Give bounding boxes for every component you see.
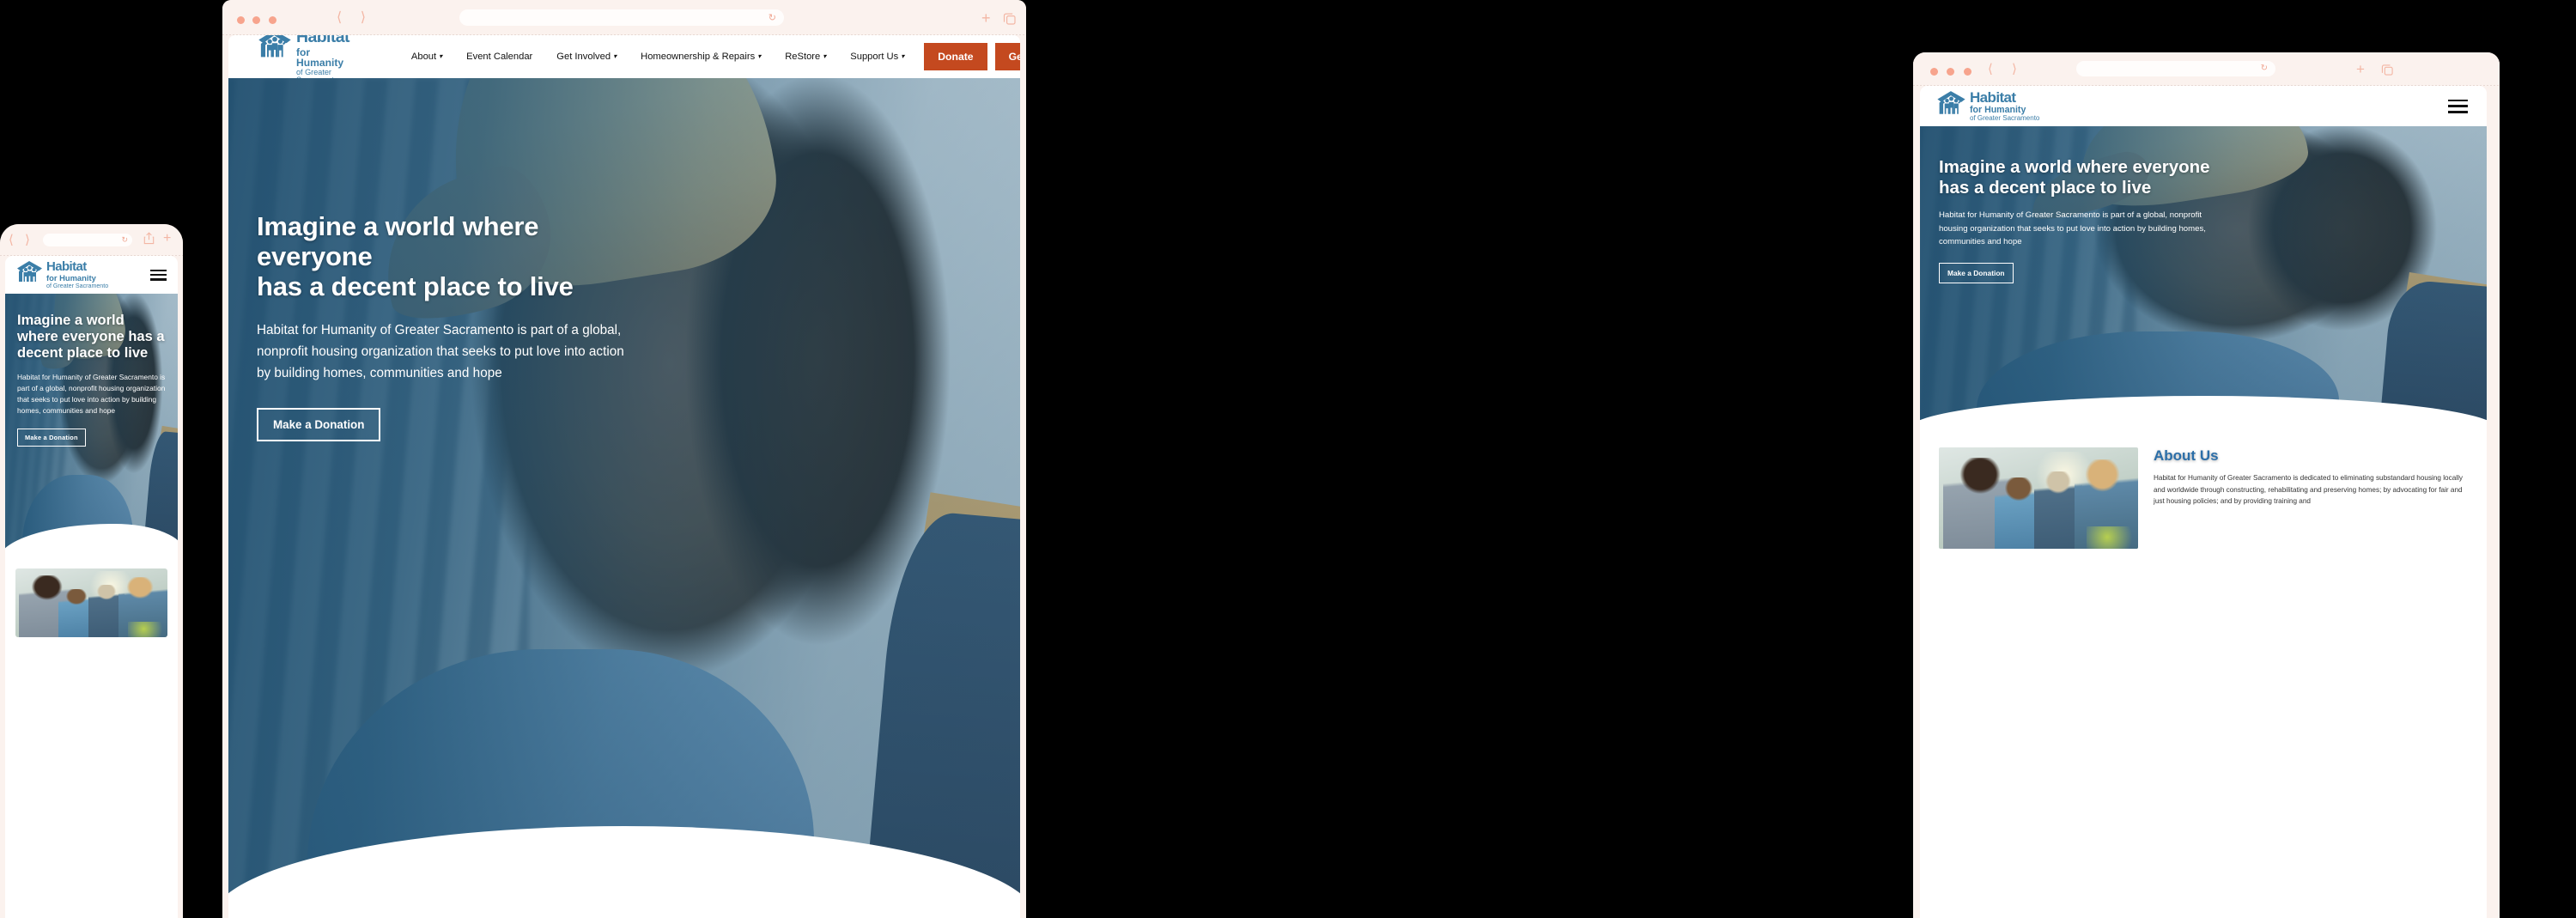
nav-item-get-involved[interactable]: Get Involved ▾ bbox=[544, 52, 629, 62]
hero-body: Habitat for Humanity of Greater Sacramen… bbox=[17, 373, 166, 416]
tablet-page-viewport: Habitat for Humanity of Greater Sacramen… bbox=[1920, 86, 2487, 918]
tablet-browser-chrome: ⟨ ⟩ ↻ + bbox=[1913, 52, 2500, 86]
about-us-body: Habitat for Humanity of Greater Sacramen… bbox=[2154, 474, 2463, 506]
tablet-mockup: ⟨ ⟩ ↻ + Habitat for Humanity of Greater … bbox=[1913, 52, 2500, 918]
phone-about-section bbox=[5, 560, 178, 637]
tabs-icon[interactable] bbox=[2381, 64, 2394, 80]
traffic-lights[interactable] bbox=[1930, 64, 1977, 80]
nav-item-restore[interactable]: ReStore ▾ bbox=[773, 52, 838, 62]
hero-heading-line-2: has a decent place to live bbox=[257, 271, 574, 302]
hamburger-menu-icon[interactable] bbox=[150, 269, 167, 281]
reload-icon[interactable]: ↻ bbox=[769, 12, 776, 23]
logo-line-1: Habitat bbox=[296, 35, 349, 46]
plus-icon[interactable]: + bbox=[163, 232, 171, 246]
hero-body: Habitat for Humanity of Greater Sacramen… bbox=[1939, 210, 2206, 247]
desktop-nav-arrows: ⟨ ⟩ bbox=[337, 10, 380, 26]
chevron-down-icon: ▾ bbox=[901, 52, 905, 60]
habitat-house-people-logo-icon bbox=[1936, 90, 1966, 120]
chevron-down-icon: ▾ bbox=[439, 52, 443, 60]
desktop-browser-mockup: ⟨ ⟩ ↻ + Habitat for Humanity of Greater … bbox=[222, 0, 1026, 918]
nav-item-event-calendar[interactable]: Event Calendar bbox=[454, 52, 544, 62]
phone-browser-chrome: ⟨ ⟩ ↻ + bbox=[0, 224, 183, 256]
logo-line-1: Habitat bbox=[46, 259, 87, 275]
logo-line-2: for Humanity bbox=[46, 273, 96, 283]
about-image bbox=[1939, 447, 2138, 549]
forward-icon[interactable]: ⟩ bbox=[361, 11, 366, 25]
desktop-page-viewport: Habitat for Humanity of Greater Sacramen… bbox=[228, 35, 1020, 918]
phone-page-viewport: Habitat for Humanity of Greater Sacramen… bbox=[5, 256, 178, 918]
logo-line-3: of Greater Sacramento bbox=[46, 282, 109, 289]
logo-line-3: of Greater Sacramento bbox=[1970, 114, 2040, 123]
forward-icon[interactable]: ⟩ bbox=[25, 234, 30, 246]
logo-line-2: for Humanity bbox=[1970, 104, 2026, 115]
donate-button[interactable]: Donate bbox=[924, 43, 987, 70]
desktop-url-input[interactable]: ↻ bbox=[459, 9, 784, 26]
hamburger-menu-icon[interactable] bbox=[2448, 99, 2468, 113]
tablet-site-header: Habitat for Humanity of Greater Sacramen… bbox=[1920, 86, 2487, 126]
hero-heading: Imagine a world where everyone has a dec… bbox=[17, 313, 165, 362]
hero-body: Habitat for Humanity of Greater Sacramen… bbox=[257, 323, 624, 380]
logo-line-2: for Humanity bbox=[296, 46, 344, 69]
responsive-mockup-stage: ⟨ ⟩ ↻ + Habitat for Humanity of Greater … bbox=[0, 0, 2576, 918]
close-window-dot[interactable] bbox=[237, 16, 245, 24]
about-text-block: About Us Habitat for Humanity of Greater… bbox=[2154, 447, 2470, 549]
nav-item-support-us[interactable]: Support Us ▾ bbox=[838, 52, 916, 62]
plus-icon[interactable]: + bbox=[981, 10, 991, 26]
about-us-section: About Us Habitat for Humanity of Greater… bbox=[1920, 429, 2487, 549]
maximize-window-dot[interactable] bbox=[1963, 68, 1971, 76]
maximize-window-dot[interactable] bbox=[268, 16, 276, 24]
phone-site-header: Habitat for Humanity of Greater Sacramen… bbox=[5, 256, 178, 294]
primary-navigation: About ▾ Event Calendar Get Involved ▾ Home… bbox=[399, 52, 916, 62]
tabs-icon[interactable] bbox=[1003, 12, 1017, 29]
hero-heading: Imagine a world where everyone has a dece… bbox=[257, 211, 658, 301]
phone-hero-section: Imagine a world where everyone has a dec… bbox=[5, 294, 178, 560]
tablet-url-input[interactable]: ↻ bbox=[2076, 61, 2275, 76]
site-logo[interactable]: Habitat for Humanity of Greater Sacramen… bbox=[1936, 90, 2039, 123]
habitat-house-people-logo-icon bbox=[16, 260, 43, 288]
tablet-nav-arrows: ⟨ ⟩ bbox=[1988, 62, 2032, 76]
forward-icon[interactable]: ⟩ bbox=[2012, 63, 2017, 76]
get-connected-button[interactable]: Get Connected! bbox=[994, 43, 1020, 70]
hero-heading-line-1: Imagine a world where everyone bbox=[257, 211, 539, 272]
plus-icon[interactable]: + bbox=[2356, 62, 2365, 76]
back-icon[interactable]: ⟨ bbox=[337, 11, 342, 25]
tablet-hero-section: Imagine a world where everyone has a dec… bbox=[1920, 126, 2487, 429]
nav-item-homeownership-repairs[interactable]: Homeownership & Repairs ▾ bbox=[629, 52, 773, 62]
desktop-browser-chrome: ⟨ ⟩ ↻ + bbox=[222, 0, 1026, 35]
make-a-donation-button[interactable]: Make a Donation bbox=[1939, 262, 2014, 283]
chevron-down-icon: ▾ bbox=[757, 52, 762, 60]
about-us-heading: About Us bbox=[2154, 447, 2219, 464]
site-logo[interactable]: Habitat for Humanity of Greater Sacramen… bbox=[258, 35, 349, 84]
hero-heading: Imagine a world where everyone has a dec… bbox=[1939, 157, 2210, 198]
phone-url-input[interactable]: ↻ bbox=[43, 234, 132, 246]
phone-mockup: ⟨ ⟩ ↻ + Habitat for Humanity of Greater … bbox=[0, 224, 183, 918]
site-navbar: Habitat for Humanity of Greater Sacramen… bbox=[228, 35, 1020, 84]
logo-line-1: Habitat bbox=[1970, 88, 2016, 106]
hero-section: Imagine a world where everyone has a dece… bbox=[228, 78, 1020, 918]
chevron-down-icon: ▾ bbox=[613, 52, 617, 60]
back-icon[interactable]: ⟨ bbox=[9, 234, 14, 246]
phone-nav-arrows: ⟨ ⟩ bbox=[9, 233, 38, 247]
reload-icon[interactable]: ↻ bbox=[121, 235, 128, 245]
make-a-donation-button[interactable]: Make a Donation bbox=[17, 429, 86, 447]
habitat-house-people-logo-icon bbox=[258, 35, 292, 64]
traffic-lights[interactable] bbox=[237, 13, 281, 28]
site-logo[interactable]: Habitat for Humanity of Greater Sacramen… bbox=[16, 260, 108, 289]
share-icon[interactable] bbox=[143, 232, 155, 249]
minimize-window-dot[interactable] bbox=[1947, 68, 1955, 76]
close-window-dot[interactable] bbox=[1930, 68, 1938, 76]
chevron-down-icon: ▾ bbox=[823, 52, 827, 60]
reload-icon[interactable]: ↻ bbox=[2261, 64, 2268, 73]
nav-item-about[interactable]: About ▾ bbox=[399, 52, 454, 62]
minimize-window-dot[interactable] bbox=[252, 16, 261, 24]
about-image bbox=[15, 568, 167, 637]
make-a-donation-button[interactable]: Make a Donation bbox=[257, 408, 381, 442]
back-icon[interactable]: ⟨ bbox=[1988, 63, 1993, 76]
